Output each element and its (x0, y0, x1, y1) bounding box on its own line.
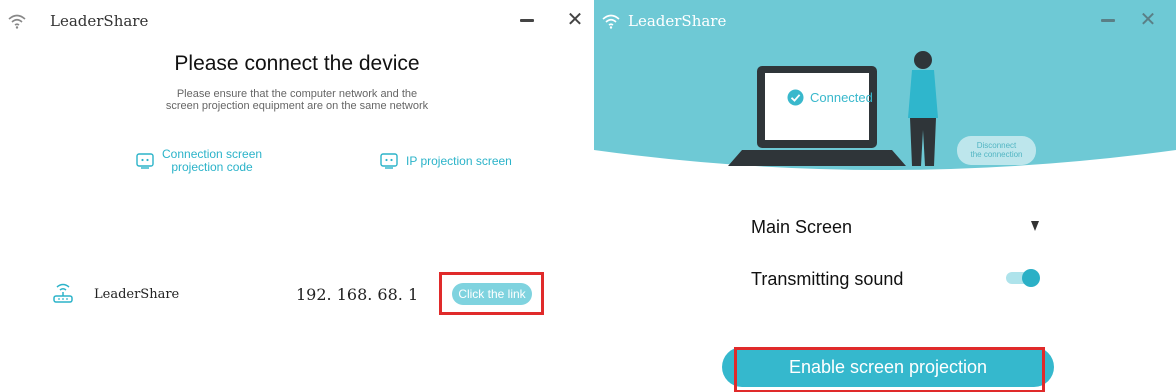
title-bar: LeaderShare ✕ (0, 0, 594, 44)
minimize-button[interactable] (517, 10, 537, 30)
device-row: LeaderShare 192. 168. 68. 1 Click the li… (0, 282, 594, 310)
app-title: LeaderShare (628, 12, 727, 30)
disconnect-label-1: Disconnect (976, 141, 1017, 150)
main-screen-label: Main Screen (751, 217, 853, 237)
subtitle-line-2: screen projection equipment are on the s… (165, 100, 429, 112)
dropdown-arrow-icon[interactable] (1028, 219, 1042, 233)
subtitle-line-1: Please ensure that the computer network … (176, 88, 418, 100)
ip-projection-label: IP projection screen (406, 154, 512, 168)
connect-device-window: LeaderShare ✕ Please connect the device … (0, 0, 594, 392)
close-button[interactable]: ✕ (1137, 8, 1159, 30)
transmitting-sound-label: Transmitting sound (751, 269, 904, 289)
connection-status: Connected (787, 87, 873, 107)
check-icon (787, 89, 804, 105)
title-bar: LeaderShare ✕ (594, 0, 1176, 44)
ip-screen-icon (380, 153, 398, 169)
connected-label: Connected (810, 89, 873, 105)
ip-projection-option[interactable]: IP projection screen (380, 153, 512, 169)
app-title: LeaderShare (50, 12, 149, 30)
page-subtitle: Please ensure that the computer network … (0, 88, 594, 112)
minimize-button[interactable] (1098, 10, 1118, 30)
disconnect-label-2: the connection (970, 150, 1023, 159)
page-title: Please connect the device (174, 52, 420, 75)
router-icon (53, 283, 73, 303)
disconnect-button[interactable]: Disconnect the connection (957, 136, 1036, 165)
connection-code-label-2: projection code (171, 160, 253, 174)
connection-code-option[interactable]: Connection screen projection code (136, 148, 262, 174)
wifi-icon (8, 14, 26, 29)
toggle-knob (1022, 269, 1040, 287)
connected-window: LeaderShare ✕ Connected Disconnect the c… (594, 0, 1176, 392)
wifi-icon (602, 14, 620, 29)
enable-projection-button[interactable]: Enable screen projection (722, 347, 1054, 387)
device-ip: 192. 168. 68. 1 (296, 285, 419, 304)
code-screen-icon (136, 153, 154, 169)
device-name: LeaderShare (94, 287, 180, 302)
sound-toggle[interactable] (1006, 269, 1040, 287)
close-button[interactable]: ✕ (564, 8, 586, 30)
click-the-link-button[interactable]: Click the link (452, 283, 532, 305)
